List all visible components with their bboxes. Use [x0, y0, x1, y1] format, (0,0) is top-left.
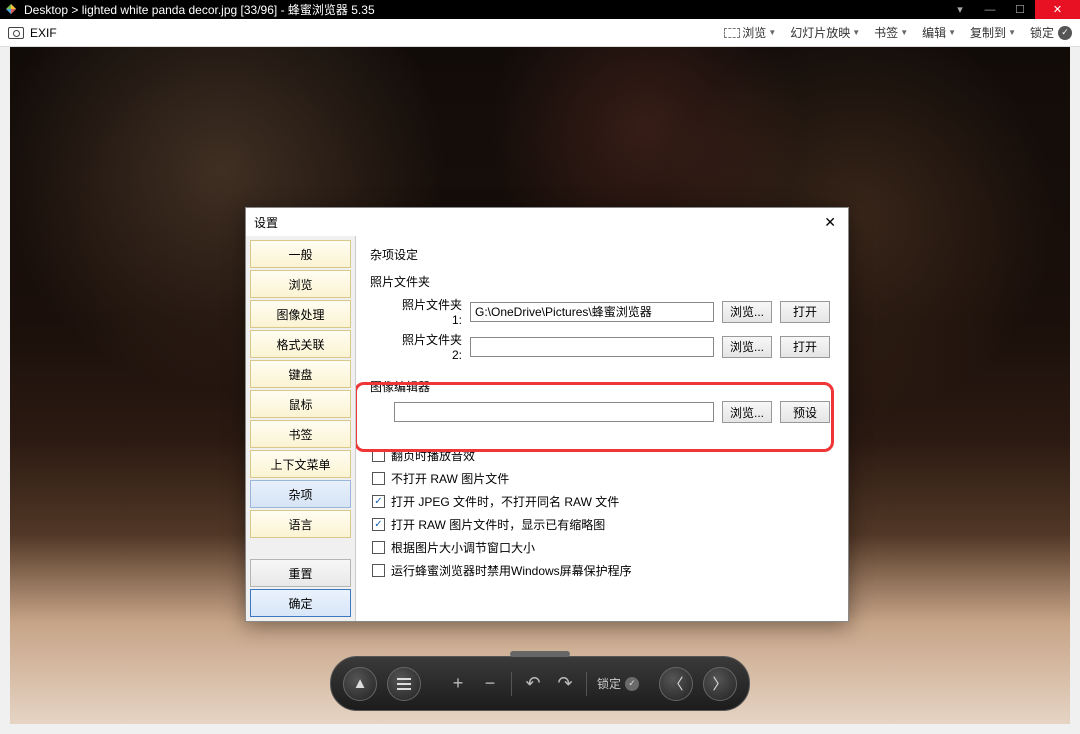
- tab-bookmark[interactable]: 书签: [250, 420, 351, 448]
- window-titlebar: Desktop > lighted white panda decor.jpg …: [0, 0, 1080, 19]
- next-button[interactable]: 〉: [703, 667, 737, 701]
- check-circle-icon: ✓: [625, 677, 639, 691]
- raw-thumb-checkbox[interactable]: ✓: [372, 518, 385, 531]
- title-appname: 蜂蜜浏览器 5.35: [288, 3, 375, 17]
- camera-icon[interactable]: [8, 27, 24, 39]
- dialog-title: 设置: [254, 214, 278, 231]
- folder2-open-button[interactable]: 打开: [780, 336, 830, 358]
- divider: [511, 672, 512, 696]
- settings-content: 杂项设定 照片文件夹 照片文件夹 1: 浏览... 打开 照片文件夹 2: 浏览…: [356, 236, 848, 621]
- viewer-control-bar: ▲ + − ↶ ↷ 锁定 ✓ 〈 〉: [330, 656, 750, 711]
- menu-icon: [397, 678, 411, 690]
- folder1-row: 照片文件夹 1: 浏览... 打开: [394, 296, 830, 327]
- rotate-right-button[interactable]: ↷: [554, 673, 576, 694]
- browse-menu[interactable]: 浏览▼: [724, 24, 776, 41]
- folder1-label: 照片文件夹 1:: [394, 296, 462, 327]
- editor-group: 图像编辑器: [370, 378, 830, 395]
- sound-label: 翻页时播放音效: [391, 447, 475, 464]
- section-title: 杂项设定: [370, 246, 830, 263]
- tab-misc[interactable]: 杂项: [250, 480, 351, 508]
- title-filename: lighted white panda decor.jpg: [82, 3, 237, 17]
- window-maximize-button[interactable]: ☐: [1005, 0, 1035, 19]
- tab-assoc[interactable]: 格式关联: [250, 330, 351, 358]
- tab-context[interactable]: 上下文菜单: [250, 450, 351, 478]
- folder2-browse-button[interactable]: 浏览...: [722, 336, 772, 358]
- jpeg-raw-checkbox[interactable]: ✓: [372, 495, 385, 508]
- eject-button[interactable]: ▲: [343, 667, 377, 701]
- selection-icon: [724, 28, 740, 38]
- editor-preset-button[interactable]: 预设: [780, 401, 830, 423]
- editor-browse-button[interactable]: 浏览...: [722, 401, 772, 423]
- bookmark-menu[interactable]: 书签▼: [874, 24, 908, 41]
- folder1-browse-button[interactable]: 浏览...: [722, 301, 772, 323]
- copyto-menu[interactable]: 复制到▼: [970, 24, 1016, 41]
- app-icon: [4, 3, 18, 17]
- image-viewer: 设置 ✕ 一般 浏览 图像处理 格式关联 键盘 鼠标 书签 上下文菜单 杂项 语…: [10, 47, 1070, 724]
- window-hide-button[interactable]: ▾: [945, 0, 975, 19]
- check-circle-icon: ✓: [1058, 26, 1072, 40]
- settings-dialog: 设置 ✕ 一般 浏览 图像处理 格式关联 键盘 鼠标 书签 上下文菜单 杂项 语…: [245, 207, 849, 622]
- lock-menu[interactable]: 锁定 ✓: [1030, 24, 1072, 41]
- photo-folder-group: 照片文件夹: [370, 273, 830, 290]
- window-close-button[interactable]: ✕: [1035, 0, 1080, 19]
- folder2-label: 照片文件夹 2:: [394, 331, 462, 362]
- lock-toggle[interactable]: 锁定 ✓: [597, 675, 639, 692]
- menu-button[interactable]: [387, 667, 421, 701]
- screensaver-checkbox[interactable]: [372, 564, 385, 577]
- edit-menu[interactable]: 编辑▼: [922, 24, 956, 41]
- raw-thumb-label: 打开 RAW 图片文件时，显示已有缩略图: [391, 516, 605, 533]
- tab-mouse[interactable]: 鼠标: [250, 390, 351, 418]
- breadcrumb-root[interactable]: Desktop: [24, 3, 68, 17]
- zoom-in-button[interactable]: +: [447, 673, 469, 694]
- resize-win-checkbox[interactable]: [372, 541, 385, 554]
- slideshow-menu[interactable]: 幻灯片放映▼: [790, 24, 860, 41]
- folder2-row: 照片文件夹 2: 浏览... 打开: [394, 331, 830, 362]
- prev-button[interactable]: 〈: [659, 667, 693, 701]
- title-counter: [33/96]: [241, 3, 278, 17]
- editor-input[interactable]: [394, 402, 714, 422]
- dialog-close-button[interactable]: ✕: [820, 214, 840, 231]
- resize-win-label: 根据图片大小调节窗口大小: [391, 539, 535, 556]
- window-minimize-button[interactable]: —: [975, 0, 1005, 19]
- breadcrumb-sep: >: [71, 3, 78, 17]
- tab-general[interactable]: 一般: [250, 240, 351, 268]
- divider: [586, 672, 587, 696]
- folder1-input[interactable]: [470, 302, 714, 322]
- tab-browse[interactable]: 浏览: [250, 270, 351, 298]
- sound-checkbox[interactable]: [372, 449, 385, 462]
- dialog-titlebar: 设置 ✕: [246, 208, 848, 236]
- tab-keyboard[interactable]: 键盘: [250, 360, 351, 388]
- exif-button[interactable]: EXIF: [30, 26, 57, 40]
- folder1-open-button[interactable]: 打开: [780, 301, 830, 323]
- main-toolbar: EXIF 浏览▼ 幻灯片放映▼ 书签▼ 编辑▼ 复制到▼ 锁定 ✓: [0, 19, 1080, 47]
- folder2-input[interactable]: [470, 337, 714, 357]
- tab-imageproc[interactable]: 图像处理: [250, 300, 351, 328]
- drag-handle[interactable]: [510, 651, 570, 657]
- zoom-out-button[interactable]: −: [479, 673, 501, 694]
- tab-language[interactable]: 语言: [250, 510, 351, 538]
- no-raw-checkbox[interactable]: [372, 472, 385, 485]
- settings-sidebar: 一般 浏览 图像处理 格式关联 键盘 鼠标 书签 上下文菜单 杂项 语言 重置 …: [246, 236, 356, 621]
- no-raw-label: 不打开 RAW 图片文件: [391, 470, 509, 487]
- editor-row: 浏览... 预设: [394, 401, 830, 423]
- jpeg-raw-label: 打开 JPEG 文件时，不打开同名 RAW 文件: [391, 493, 619, 510]
- reset-button[interactable]: 重置: [250, 559, 351, 587]
- rotate-left-button[interactable]: ↶: [522, 673, 544, 694]
- ok-button[interactable]: 确定: [250, 589, 351, 617]
- screensaver-label: 运行蜂蜜浏览器时禁用Windows屏幕保护程序: [391, 562, 632, 579]
